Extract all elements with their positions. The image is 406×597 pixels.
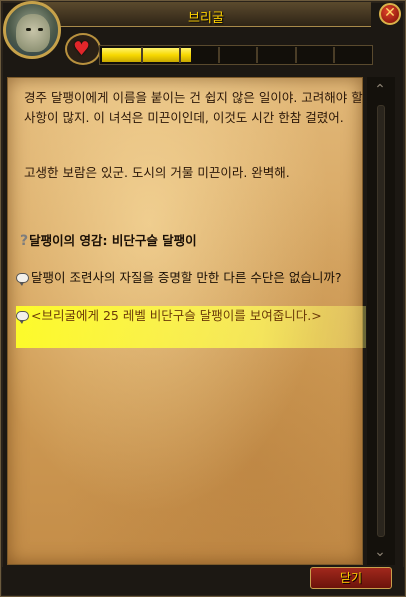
progress-segment-divider [179,47,181,63]
heart-icon: ♥ [73,38,91,60]
scroll-up-button[interactable]: ⌃ [370,81,390,99]
npc-eye-right-icon [38,28,43,31]
progress-segment-divider [218,47,220,63]
quest-objective[interactable]: ?달팽이의 영감: 비단구슬 달팽이 [20,231,350,251]
friendship-progress-fill [102,48,191,62]
npc-portrait [3,1,61,59]
close-button[interactable]: 닫기 [310,567,392,589]
quest-text-paragraph-1: 경주 달팽이에게 이름을 붙이는 건 쉽지 않은 일이야. 고려해야 할 사항이… [24,90,363,125]
reputation-heart-holder: ♥ [65,33,101,65]
quest-parchment: 경주 달팽이에게 이름을 붙이는 건 쉽지 않은 일이야. 고려해야 할 사항이… [7,77,366,565]
speech-bubble-icon [16,311,29,324]
progress-segment-divider [333,47,335,63]
progress-segment-divider [295,47,297,63]
gossip-option-1[interactable]: 달팽이 조련사의 자질을 증명할 만한 다른 수단은 없습니까? [16,268,366,288]
gossip-option-label: <브리굴에게 25 레벨 비단구슬 달팽이를 보여줍니다.> [31,308,322,323]
friendship-progress-bar [99,45,373,65]
npc-face-icon [16,14,50,52]
scrollbar[interactable]: ⌃ ⌄ [367,77,395,565]
gossip-window: 브리굴 ✕ ♥ 경주 달팽이에게 이름을 붙이는 건 쉽지 않은 일이야. 고려… [0,0,406,597]
scroll-track[interactable] [377,105,385,537]
title-bar[interactable]: 브리굴 [41,2,371,27]
progress-segment-divider [141,47,143,63]
gossip-option-label: 달팽이 조련사의 자질을 증명할 만한 다른 수단은 없습니까? [31,270,342,285]
speech-bubble-icon [16,273,29,286]
question-mark-icon: ? [20,233,29,249]
close-icon: ✕ [384,5,396,21]
window-title: 브리굴 [188,11,224,26]
gossip-option-2-highlighted[interactable]: <브리굴에게 25 레벨 비단구슬 달팽이를 보여줍니다.> [16,306,366,348]
progress-segment-divider [256,47,258,63]
close-x-button[interactable]: ✕ [379,3,401,25]
npc-eye-left-icon [26,28,31,31]
quest-text-paragraph-2: 고생한 보람은 있군. 도시의 거물 미끈이라. 완벽해. [24,165,290,180]
quest-objective-label: 달팽이의 영감: 비단구슬 달팽이 [29,233,197,248]
scroll-down-button[interactable]: ⌄ [370,543,390,561]
